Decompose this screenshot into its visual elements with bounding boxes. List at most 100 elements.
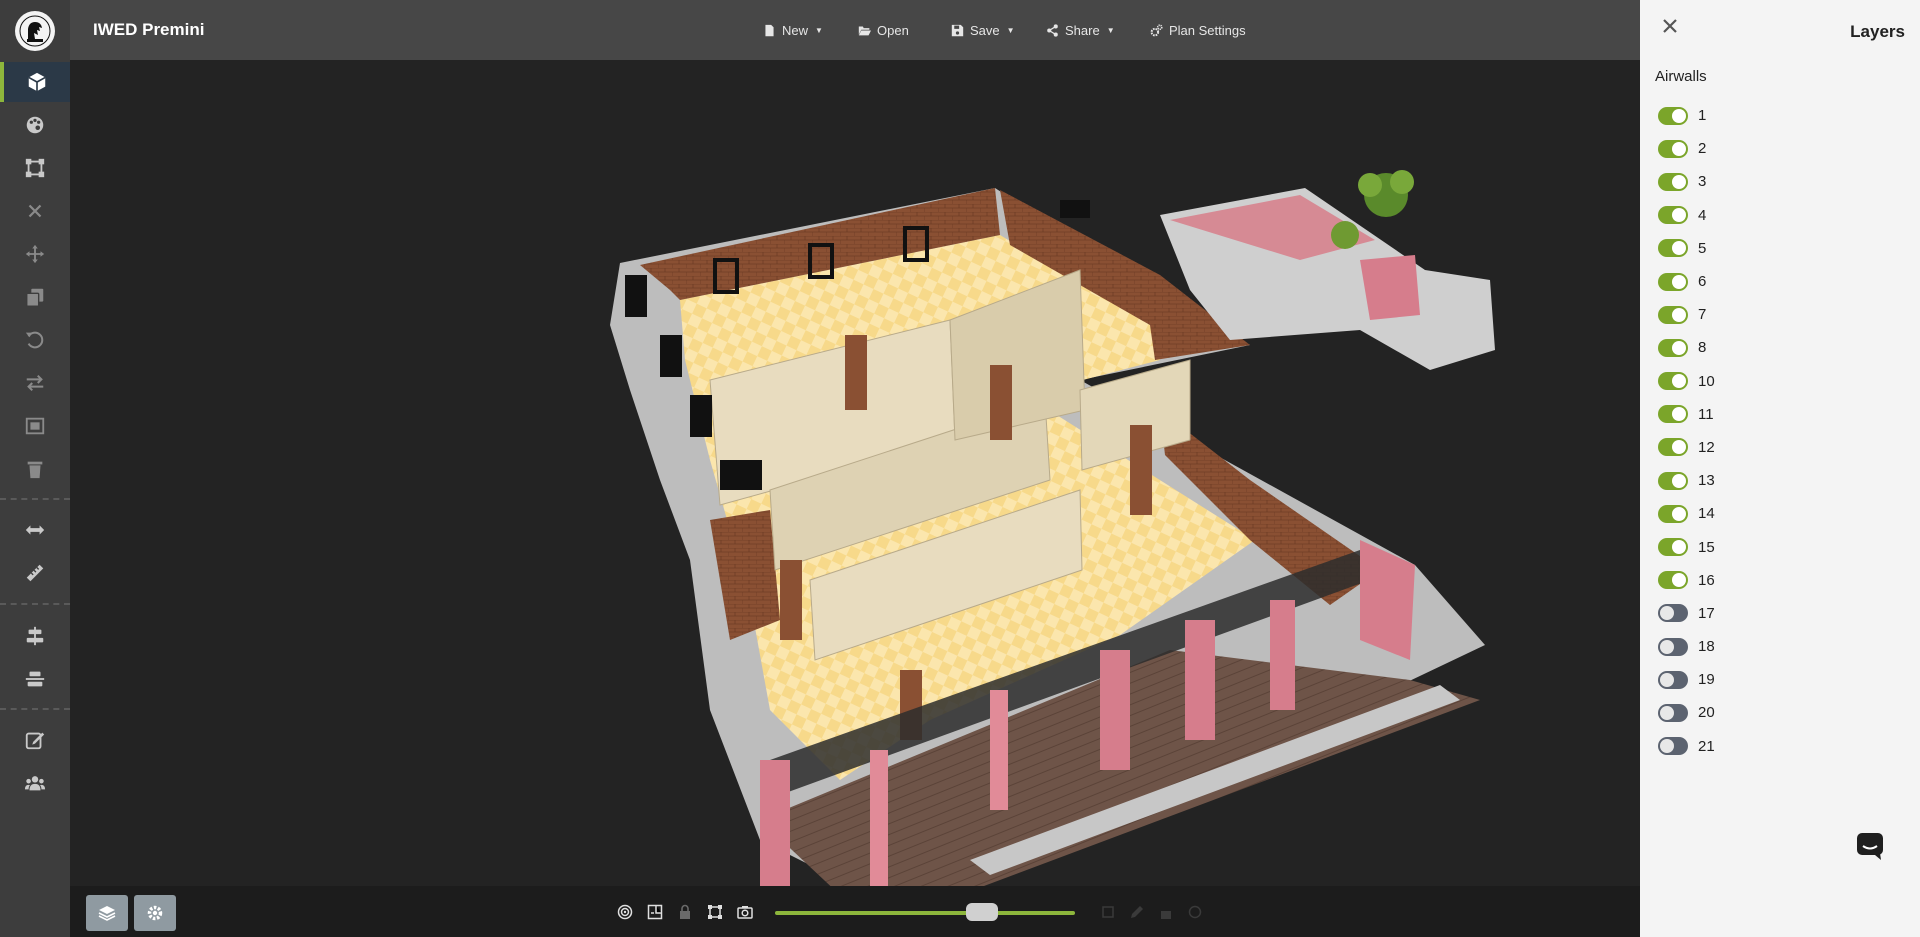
- layer-toggle[interactable]: [1658, 637, 1688, 656]
- menu-plan-settings-label: Plan Settings: [1169, 22, 1246, 38]
- layer-toggle[interactable]: [1658, 206, 1688, 225]
- 3d-viewport[interactable]: [70, 60, 1640, 886]
- layer-row[interactable]: 4: [1658, 199, 1715, 232]
- tool-users[interactable]: [0, 763, 70, 803]
- vector-square-icon: [708, 905, 722, 919]
- tool-rail: [0, 0, 70, 937]
- layer-toggle[interactable]: [1658, 438, 1688, 457]
- layer-toggle[interactable]: [1658, 139, 1688, 158]
- chat-support-button[interactable]: [1855, 831, 1885, 861]
- distribute-icon: [25, 671, 45, 687]
- chevron-down-icon: ▼: [1006, 25, 1015, 35]
- layer-toggle[interactable]: [1658, 538, 1688, 557]
- layer-toggle[interactable]: [1658, 571, 1688, 590]
- tool-cancel[interactable]: [0, 191, 70, 231]
- layer-toggle[interactable]: [1658, 106, 1688, 125]
- ruler-icon: [26, 564, 44, 582]
- settings-button[interactable]: [134, 895, 176, 931]
- layers-toggle-button[interactable]: [86, 895, 128, 931]
- layer-label: 1: [1698, 107, 1707, 125]
- chat-icon: [1857, 833, 1883, 860]
- tool-measure-width[interactable]: [0, 510, 70, 550]
- tool-distribute[interactable]: [0, 659, 70, 699]
- tool-flip[interactable]: [0, 363, 70, 403]
- layer-toggle[interactable]: [1658, 405, 1688, 424]
- close-panel-button[interactable]: [1658, 14, 1682, 38]
- layer-toggle[interactable]: [1658, 604, 1688, 623]
- layer-row[interactable]: 17: [1658, 597, 1715, 630]
- layer-row[interactable]: 18: [1658, 630, 1715, 663]
- layer-toggle[interactable]: [1658, 239, 1688, 258]
- menu-save[interactable]: Save ▼: [951, 0, 1015, 60]
- layer-toggle[interactable]: [1658, 305, 1688, 324]
- layer-label: 15: [1698, 538, 1715, 556]
- layer-toggle[interactable]: [1658, 703, 1688, 722]
- tool-align-center[interactable]: [0, 616, 70, 656]
- screenshot-button[interactable]: [735, 902, 755, 922]
- tool-image[interactable]: [0, 406, 70, 446]
- layer-toggle[interactable]: [1658, 338, 1688, 357]
- layer-row[interactable]: 21: [1658, 730, 1715, 763]
- layer-toggle[interactable]: [1658, 737, 1688, 756]
- layer-label: 18: [1698, 638, 1715, 656]
- lock-button[interactable]: [675, 902, 695, 922]
- app-title: IWED Premini: [93, 20, 205, 39]
- layer-row[interactable]: 15: [1658, 530, 1715, 563]
- layer-row[interactable]: 12: [1658, 431, 1715, 464]
- disabled-tool-1: [1098, 902, 1118, 922]
- layer-list: 1 2 3 4 5 6 7 8 10 11 12 13 14 15 16 17 …: [1658, 99, 1715, 763]
- fit-view-button[interactable]: [705, 902, 725, 922]
- floorplan-3d-render[interactable]: [70, 60, 1640, 886]
- logo[interactable]: [15, 11, 55, 51]
- tool-decorate[interactable]: [0, 105, 70, 145]
- layer-toggle[interactable]: [1658, 670, 1688, 689]
- menu-plan-settings[interactable]: Plan Settings: [1150, 0, 1246, 60]
- layer-toggle[interactable]: [1658, 471, 1688, 490]
- floorplan-view-button[interactable]: [645, 902, 665, 922]
- layer-label: 10: [1698, 372, 1715, 390]
- layer-row[interactable]: 6: [1658, 265, 1715, 298]
- rail-divider: [0, 498, 70, 500]
- layer-label: 5: [1698, 239, 1707, 257]
- tool-move[interactable]: [0, 234, 70, 274]
- layer-row[interactable]: 14: [1658, 497, 1715, 530]
- menu-new[interactable]: New ▼: [763, 0, 823, 60]
- layer-row[interactable]: 8: [1658, 331, 1715, 364]
- exchange-icon: [26, 374, 44, 392]
- layer-row[interactable]: 7: [1658, 298, 1715, 331]
- layer-toggle[interactable]: [1658, 172, 1688, 191]
- zoom-slider-thumb[interactable]: [966, 903, 998, 921]
- layer-row[interactable]: 1: [1658, 99, 1715, 132]
- layer-row[interactable]: 5: [1658, 232, 1715, 265]
- edit-icon: [25, 732, 45, 750]
- tool-rotate[interactable]: [0, 320, 70, 360]
- layer-row[interactable]: 16: [1658, 564, 1715, 597]
- users-icon: [24, 776, 46, 791]
- lock-icon: [680, 904, 690, 919]
- layer-label: 7: [1698, 306, 1707, 324]
- tool-ruler[interactable]: [0, 553, 70, 593]
- layer-row[interactable]: 2: [1658, 132, 1715, 165]
- menu-share[interactable]: Share ▼: [1046, 0, 1115, 60]
- layer-row[interactable]: 11: [1658, 398, 1715, 431]
- layer-row[interactable]: 20: [1658, 696, 1715, 729]
- tool-delete[interactable]: [0, 449, 70, 489]
- chevron-down-icon: ▼: [815, 25, 823, 35]
- layer-row[interactable]: 3: [1658, 165, 1715, 198]
- tool-edit[interactable]: [0, 720, 70, 760]
- menu-open[interactable]: Open: [858, 0, 909, 60]
- target-view-button[interactable]: [615, 902, 635, 922]
- layer-row[interactable]: 13: [1658, 464, 1715, 497]
- zoom-slider-track[interactable]: [775, 911, 1075, 915]
- layer-toggle[interactable]: [1658, 504, 1688, 523]
- tool-select-area[interactable]: [0, 148, 70, 188]
- tool-3d-view[interactable]: [0, 62, 70, 102]
- image-frame-icon: [25, 417, 45, 435]
- layer-row[interactable]: 19: [1658, 663, 1715, 696]
- tool-copy[interactable]: [0, 277, 70, 317]
- layers-icon: [98, 906, 116, 921]
- layer-toggle[interactable]: [1658, 272, 1688, 291]
- save-icon: [951, 24, 964, 36]
- layer-row[interactable]: 10: [1658, 365, 1715, 398]
- layer-toggle[interactable]: [1658, 372, 1688, 391]
